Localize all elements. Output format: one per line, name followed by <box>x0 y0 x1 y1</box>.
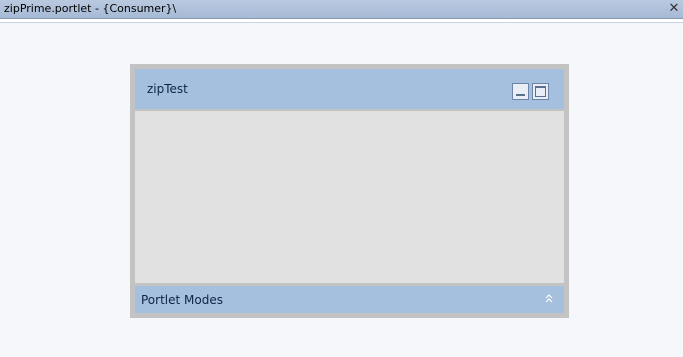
minimize-button[interactable] <box>512 83 529 100</box>
portlet-window[interactable]: zipTest Portlet Modes <box>130 64 569 318</box>
portlet-modes-bar[interactable]: Portlet Modes <box>135 286 564 313</box>
editor-tab[interactable]: zipPrime.portlet - {Consumer}\ ✕ <box>0 0 683 19</box>
chevron-up-icon[interactable] <box>543 291 555 307</box>
editor-canvas[interactable]: zipTest Portlet Modes <box>0 23 683 357</box>
portlet-header[interactable]: zipTest <box>135 69 564 109</box>
portlet-content[interactable] <box>135 111 564 283</box>
portlet-title: zipTest <box>147 82 188 96</box>
minimize-icon <box>516 94 525 96</box>
maximize-icon <box>535 86 546 97</box>
editor-tab-title: zipPrime.portlet - {Consumer}\ <box>4 2 177 15</box>
portlet-modes-label: Portlet Modes <box>141 293 223 307</box>
close-icon[interactable]: ✕ <box>668 0 680 17</box>
maximize-button[interactable] <box>532 83 549 100</box>
chevron-up-icon-svg <box>545 294 553 303</box>
